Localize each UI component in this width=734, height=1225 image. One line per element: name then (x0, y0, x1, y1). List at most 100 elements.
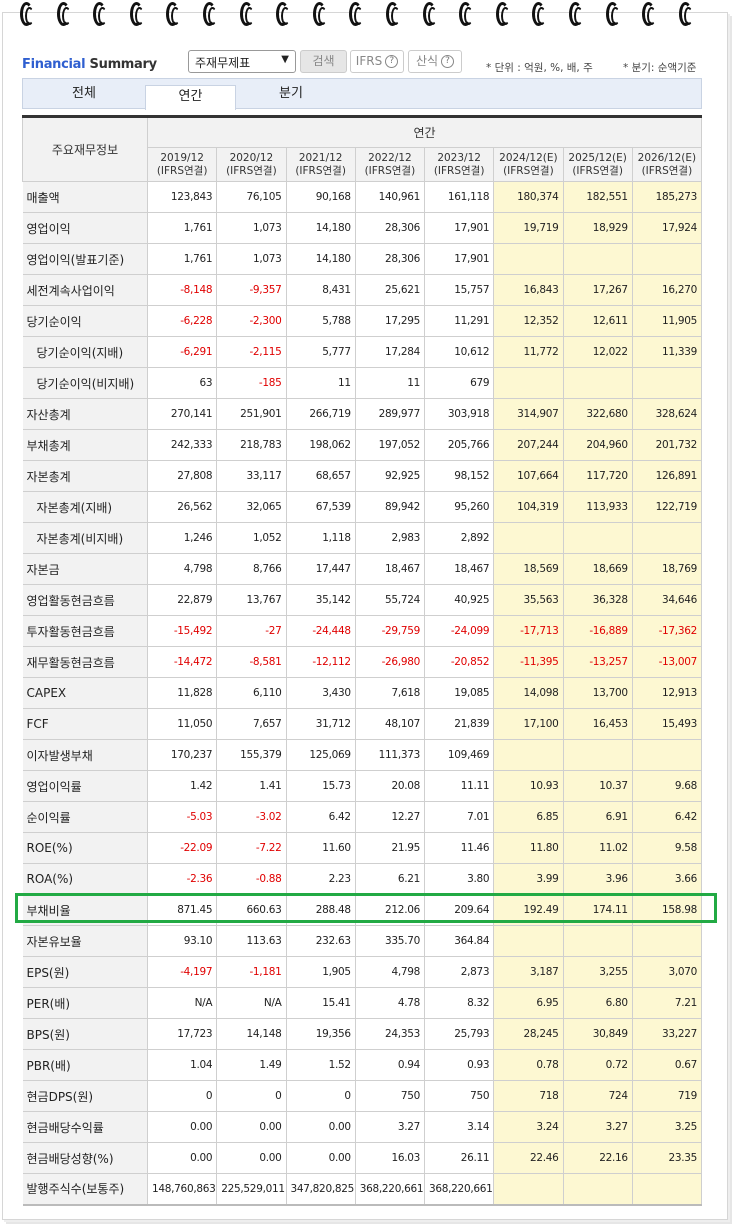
value-cell: 48,107 (354, 708, 426, 740)
table-row: BPS(원) 17,723 14,148 19,356 24,353 25,793 28,2… (22, 1018, 703, 1050)
tab-quarterly[interactable]: 분기 (236, 79, 346, 109)
value-cell: 7.21 (631, 987, 703, 1019)
value-cell: 266,719 (285, 398, 356, 430)
unit-note: * 단위 : 억원, %, 배, 주 (486, 62, 593, 74)
value-cell: 23.35 (631, 1142, 703, 1174)
value-cell: 12,352 (493, 305, 564, 337)
value-cell: 76,105 (216, 181, 287, 213)
value-cell: 24,353 (354, 1018, 426, 1050)
value-cell: 35,142 (285, 584, 356, 616)
column-header: 2020/12 (IFRS연결) (216, 147, 287, 182)
table-row: 자본금 4,798 8,766 17,447 18,467 18,467 18,569 18,… (22, 553, 703, 585)
value-cell: 3.24 (493, 1111, 564, 1143)
value-cell: 122,719 (631, 491, 703, 523)
value-cell: 107,664 (493, 460, 564, 492)
value-cell: 32,065 (216, 491, 287, 523)
spiral-ring (605, 2, 620, 26)
value-cell: 0 (216, 1080, 287, 1112)
value-cell: -12,112 (285, 646, 356, 678)
value-cell: 20.08 (354, 770, 426, 802)
value-cell: 63 (146, 367, 218, 399)
value-cell: 0.00 (146, 1142, 218, 1174)
value-cell: 18,467 (423, 553, 495, 585)
table-row: 세전계속사업이익 -8,148 -9,357 8,431 25,621 15,757 16,… (22, 274, 703, 306)
value-cell: 161,118 (423, 181, 495, 213)
value-cell: 123,843 (146, 181, 218, 213)
value-cell: 14,180 (285, 243, 356, 275)
row-label: 재무활동현금흐름 (22, 646, 148, 678)
value-cell: 1,905 (285, 956, 356, 988)
row-label: 세전계속사업이익 (22, 274, 148, 306)
value-cell: 182,551 (562, 181, 633, 213)
value-cell: 1,761 (146, 243, 218, 275)
value-cell: 9.68 (631, 770, 703, 802)
spiral-ring (56, 2, 71, 26)
value-cell: 198,062 (285, 429, 356, 461)
value-cell: 33,227 (631, 1018, 703, 1050)
value-cell: -2.36 (146, 863, 218, 895)
value-cell (562, 367, 633, 399)
value-cell: 3,255 (562, 956, 633, 988)
value-cell: 21,839 (423, 708, 495, 740)
value-cell: -29,759 (354, 615, 426, 647)
formula-help-button[interactable]: 산식? (408, 50, 462, 73)
value-cell: -6,291 (146, 336, 218, 368)
value-cell (631, 522, 703, 554)
row-label: 자본금 (22, 553, 148, 585)
row-label: 순이익률 (22, 801, 148, 833)
value-cell: 871.45 (146, 894, 218, 926)
value-cell: 1.04 (146, 1049, 218, 1081)
row-label: 자본유보율 (22, 925, 148, 957)
value-cell: 232.63 (285, 925, 356, 957)
value-cell: -7.22 (216, 832, 287, 864)
row-label: ROE(%) (22, 832, 148, 864)
value-cell: 16,270 (631, 274, 703, 306)
financial-summary-table: 주요재무정보 연간 2019/12 (IFRS연결) 2020/12 (IFRS연결)… (22, 115, 703, 1206)
value-cell: 204,960 (562, 429, 633, 461)
table-row: FCF 11,050 7,657 31,712 48,107 21,839 17,100 16… (22, 708, 703, 740)
search-button[interactable]: 검색 (300, 50, 347, 73)
column-header: 2023/12 (IFRS연결) (423, 147, 495, 182)
table-row: 자본유보율 93.10 113.63 232.63 335.70 364.84 (22, 925, 703, 957)
spiral-ring (312, 2, 327, 26)
row-label: EPS(원) (22, 956, 148, 988)
value-cell: 117,720 (562, 460, 633, 492)
spiral-ring (569, 2, 583, 26)
row-label: BPS(원) (22, 1018, 148, 1050)
value-cell: 170,237 (146, 739, 218, 771)
tab-annual[interactable]: 연간 (145, 85, 236, 110)
value-cell: -17,713 (493, 615, 564, 647)
value-cell: 17,901 (423, 212, 495, 244)
value-cell: 19,356 (285, 1018, 356, 1050)
value-cell: 67,539 (285, 491, 356, 523)
value-cell: 26.11 (423, 1142, 495, 1174)
value-cell: 6.85 (493, 801, 564, 833)
column-header: 2025/12(E) (IFRS연결) (562, 147, 633, 182)
value-cell: 7,618 (354, 677, 426, 709)
value-cell: 89,942 (354, 491, 426, 523)
ifrs-help-button[interactable]: IFRS? (350, 50, 404, 73)
value-cell: 0.00 (216, 1111, 287, 1143)
value-cell: 13,767 (216, 584, 287, 616)
tab-all[interactable]: 전체 (23, 79, 145, 109)
row-label: 부채비율 (22, 894, 148, 926)
value-cell: 5,777 (285, 336, 356, 368)
spiral-ring (386, 2, 400, 26)
spiral-ring (459, 2, 474, 26)
column-header: 2022/12 (IFRS연결) (354, 147, 426, 182)
value-cell: 55,724 (354, 584, 426, 616)
value-cell: 111,373 (354, 739, 426, 771)
value-cell: 180,374 (493, 181, 564, 213)
row-label: 영업이익률 (22, 770, 148, 802)
column-period: 2025/12(E) (568, 151, 627, 164)
value-cell: 197,052 (354, 429, 426, 461)
table-row: 영업활동현금흐름 22,879 13,767 35,142 55,724 40,925 35… (22, 584, 703, 616)
value-cell: 14,180 (285, 212, 356, 244)
value-cell: 0.00 (285, 1142, 356, 1174)
value-cell: -3.02 (216, 801, 287, 833)
statement-type-select[interactable]: 주재무제표 ▼ (188, 50, 296, 73)
value-cell: 113.63 (216, 925, 287, 957)
title-financial: Financial (22, 57, 86, 72)
value-cell: 21.95 (354, 832, 426, 864)
table-row: 재무활동현금흐름 -14,472 -8,581 -12,112 -26,980 -20,8… (22, 646, 703, 678)
